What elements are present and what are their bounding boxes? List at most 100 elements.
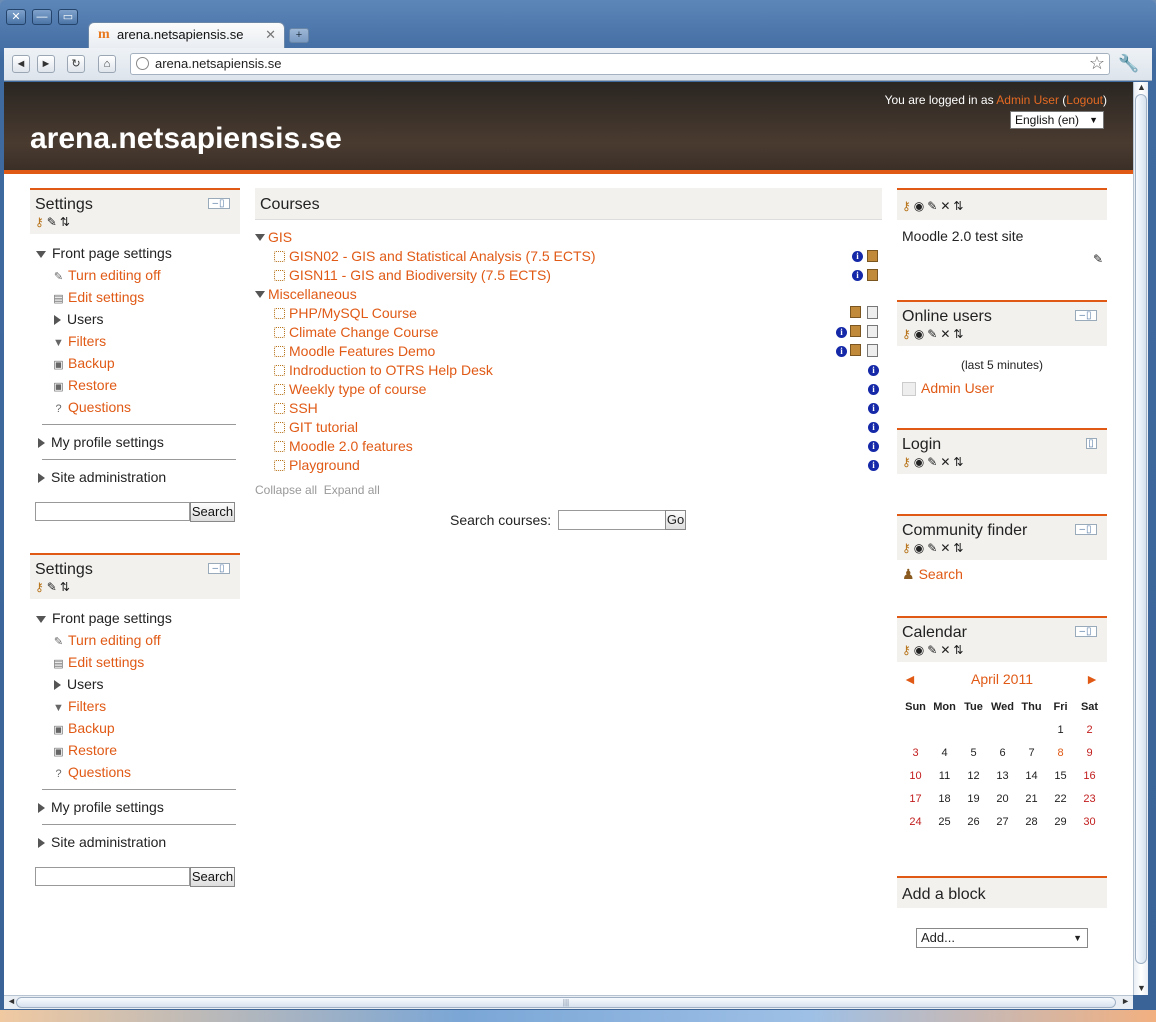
front-page-settings[interactable]: Front page settings: [36, 242, 240, 264]
dock-icon[interactable]: –▯: [208, 198, 230, 209]
info-icon[interactable]: i: [868, 365, 879, 376]
info-icon[interactable]: i: [868, 460, 879, 471]
move-icon[interactable]: ⇅: [953, 455, 966, 469]
turn-editing-off-link[interactable]: ✎ Turn editing off: [36, 264, 240, 286]
course-item[interactable]: Weekly type of course i: [255, 380, 882, 399]
info-icon[interactable]: i: [868, 422, 879, 433]
role-icon[interactable]: ⚷: [902, 327, 914, 341]
move-icon[interactable]: ⇅: [953, 327, 966, 341]
self-enrol-icon[interactable]: [867, 325, 878, 338]
settings-search-button[interactable]: Search: [190, 867, 235, 887]
role-icon[interactable]: ⚷: [902, 455, 914, 469]
reload-button[interactable]: ↻: [67, 55, 85, 73]
my-profile-settings[interactable]: My profile settings: [36, 431, 240, 453]
delete-icon[interactable]: ✕: [940, 455, 953, 469]
course-item[interactable]: GISN11 - GIS and Biodiversity (7.5 ECTS)…: [255, 266, 882, 285]
category-miscellaneous[interactable]: Miscellaneous: [255, 285, 882, 304]
backup-link[interactable]: ▣ Backup: [36, 717, 240, 739]
forward-button[interactable]: ►: [37, 55, 55, 73]
category-gis[interactable]: GIS: [255, 228, 882, 247]
role-icon[interactable]: ⚷: [35, 580, 47, 594]
enrol-icon[interactable]: [867, 250, 878, 262]
dock-icon[interactable]: –▯: [208, 563, 230, 574]
vertical-scrollbar[interactable]: ▲ ▼: [1133, 82, 1148, 995]
questions-link[interactable]: ? Questions: [36, 396, 240, 418]
calendar-month[interactable]: April 2011: [897, 671, 1107, 687]
edit-icon[interactable]: ✎: [927, 541, 940, 555]
scroll-left-icon[interactable]: ◄: [7, 996, 16, 1006]
info-icon[interactable]: i: [836, 327, 847, 338]
dock-icon[interactable]: –▯: [1075, 524, 1097, 535]
self-enrol-icon[interactable]: [867, 306, 878, 319]
user-link[interactable]: Admin User: [996, 93, 1059, 107]
scroll-right-icon[interactable]: ►: [1121, 996, 1130, 1006]
course-item[interactable]: Moodle 2.0 features i: [255, 437, 882, 456]
move-icon[interactable]: ⇅: [953, 541, 966, 555]
course-item[interactable]: Moodle Features Demo i: [255, 342, 882, 361]
role-icon[interactable]: ⚷: [902, 643, 914, 657]
users-node[interactable]: Users: [36, 308, 240, 330]
edit-icon[interactable]: ✎: [927, 327, 940, 341]
logout-link[interactable]: Logout: [1066, 93, 1103, 107]
tab-close-icon[interactable]: ✕: [265, 23, 276, 47]
back-button[interactable]: ◄: [12, 55, 30, 73]
hide-icon[interactable]: ◉: [914, 643, 927, 657]
role-icon[interactable]: ⚷: [35, 215, 47, 229]
role-icon[interactable]: ⚷: [902, 541, 914, 555]
pencil-icon[interactable]: ✎: [897, 252, 1107, 266]
delete-icon[interactable]: ✕: [940, 199, 953, 213]
move-icon[interactable]: ⇅: [953, 643, 966, 657]
restore-link[interactable]: ▣ Restore: [36, 739, 240, 761]
hide-icon[interactable]: ◉: [914, 455, 927, 469]
guest-icon[interactable]: [850, 325, 861, 337]
calendar-event-day[interactable]: 8: [1046, 741, 1075, 764]
settings-search-input[interactable]: [35, 502, 190, 521]
front-page-settings[interactable]: Front page settings: [36, 607, 240, 629]
language-select[interactable]: English (en) ▼: [1010, 111, 1104, 129]
edit-settings-link[interactable]: ▤ Edit settings: [36, 286, 240, 308]
course-item[interactable]: Climate Change Course i: [255, 323, 882, 342]
close-window-button[interactable]: ✕: [6, 9, 26, 25]
info-icon[interactable]: i: [868, 441, 879, 452]
dock-icon[interactable]: ▯: [1086, 438, 1097, 449]
community-search-link[interactable]: ♟ Search: [897, 560, 1107, 589]
course-item[interactable]: PHP/MySQL Course: [255, 304, 882, 323]
move-icon[interactable]: ⇅: [60, 580, 73, 594]
my-profile-settings[interactable]: My profile settings: [36, 796, 240, 818]
info-icon[interactable]: i: [852, 251, 863, 262]
move-icon[interactable]: ⇅: [60, 215, 73, 229]
home-button[interactable]: ⌂: [98, 55, 116, 73]
course-item[interactable]: GISN02 - GIS and Statistical Analysis (7…: [255, 247, 882, 266]
questions-link[interactable]: ? Questions: [36, 761, 240, 783]
scroll-up-icon[interactable]: ▲: [1137, 82, 1146, 92]
maximize-window-button[interactable]: ▭: [58, 9, 78, 25]
edit-icon[interactable]: ✎: [47, 580, 60, 594]
next-month-button[interactable]: ►: [1085, 671, 1099, 687]
course-item[interactable]: Playground i: [255, 456, 882, 475]
delete-icon[interactable]: ✕: [940, 643, 953, 657]
edit-settings-link[interactable]: ▤ Edit settings: [36, 651, 240, 673]
course-item[interactable]: SSH i: [255, 399, 882, 418]
course-item[interactable]: Indroduction to OTRS Help Desk i: [255, 361, 882, 380]
expand-all-link[interactable]: Expand all: [324, 483, 380, 497]
scroll-down-icon[interactable]: ▼: [1137, 983, 1146, 993]
info-icon[interactable]: i: [868, 384, 879, 395]
course-search-input[interactable]: [558, 510, 666, 530]
hide-icon[interactable]: ◉: [914, 327, 927, 341]
edit-icon[interactable]: ✎: [927, 455, 940, 469]
collapse-all-link[interactable]: Collapse all: [255, 483, 317, 497]
users-node[interactable]: Users: [36, 673, 240, 695]
edit-icon[interactable]: ✎: [927, 199, 940, 213]
course-item[interactable]: GIT tutorial i: [255, 418, 882, 437]
role-icon[interactable]: ⚷: [902, 199, 914, 213]
backup-link[interactable]: ▣ Backup: [36, 352, 240, 374]
horizontal-scroll-thumb[interactable]: |||: [16, 997, 1116, 1008]
enrol-icon[interactable]: [867, 269, 878, 281]
filters-link[interactable]: ▼ Filters: [36, 330, 240, 352]
settings-search-button[interactable]: Search: [190, 502, 235, 522]
dock-icon[interactable]: –▯: [1075, 310, 1097, 321]
filters-link[interactable]: ▼ Filters: [36, 695, 240, 717]
site-administration[interactable]: Site administration: [36, 831, 240, 853]
dock-icon[interactable]: –▯: [1075, 626, 1097, 637]
star-icon[interactable]: ☆: [1089, 53, 1105, 73]
